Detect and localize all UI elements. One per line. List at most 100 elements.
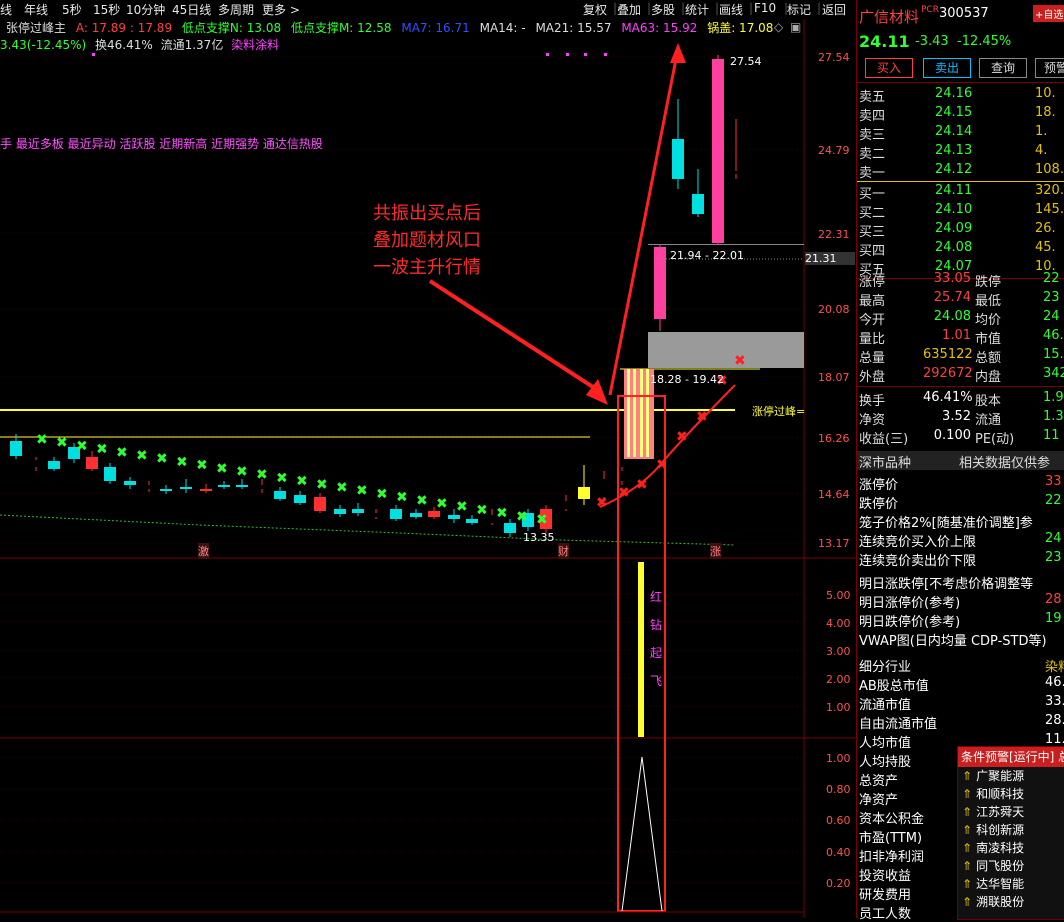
period-tab[interactable]: 线 [0, 1, 12, 18]
alert-stock-name: 广聚能源 [976, 769, 1025, 783]
sub-mark-qi: 起 [650, 646, 663, 660]
alert-item[interactable]: ⇑ 科创新源 [958, 821, 1064, 839]
toolbar-button[interactable]: 叠加 [617, 1, 641, 18]
add-watchlist-button[interactable]: +自选 [1033, 5, 1064, 22]
info-label: 细分行业 [859, 660, 912, 675]
green-x-marker: ✖ [416, 493, 428, 509]
info-label: 涨停价 [859, 478, 899, 493]
stat-label-2: 均价 [975, 313, 1002, 328]
stat-value: 24.08 [933, 309, 971, 324]
info-row: 笼子价格2%[随基准价调整]参 [857, 511, 1064, 531]
info-label: 扣非净利润 [859, 850, 925, 865]
period-tab[interactable]: 10分钟 [126, 1, 165, 18]
buy-button[interactable]: 买入 [865, 58, 913, 78]
alert-item[interactable]: ⇑ 同飞股份 [958, 857, 1064, 875]
limit-candle-stripe [627, 369, 630, 457]
info-row: 明日跌停价(参考) 19 [857, 610, 1064, 630]
candle-body [654, 247, 666, 319]
stat-label-2: 总额 [975, 351, 1002, 366]
alert-item[interactable]: ⇑ 和顺科技 [958, 785, 1064, 803]
candle-body [334, 509, 346, 514]
green-x-marker: ✖ [276, 470, 288, 486]
sell-level[interactable]: 卖五 24.16 10. [857, 85, 1064, 105]
toolbar-button[interactable]: F10 [754, 1, 776, 15]
toolbar-button[interactable]: 返回 [822, 1, 846, 18]
toolbar-button[interactable]: 统计 [685, 1, 709, 18]
candle-body [712, 59, 724, 243]
alert-item[interactable]: ⇑ 溯联股份 [958, 893, 1064, 911]
level-volume: 18. [1035, 105, 1056, 120]
annotation-line-2: 叠加题材风口 [373, 230, 481, 251]
toolbar-button[interactable]: 多股 [651, 1, 675, 18]
period-tab[interactable]: 45日线 [172, 1, 211, 18]
toolbar-button[interactable]: 标记 [787, 1, 811, 18]
red-x-marker: ✖ [596, 495, 608, 511]
stat-label: 收益(三) [859, 432, 909, 447]
alert-item[interactable]: ⇑ 江苏舜天 [958, 803, 1064, 821]
stat-value-2: 11 [1043, 428, 1060, 443]
buy-level[interactable]: 买一 24.11 320. [857, 182, 1064, 202]
period-tab[interactable]: 更多 > [262, 1, 300, 18]
stat-row: 换手 46.41% 股本 1.9 [857, 389, 1064, 409]
sell-button[interactable]: 卖出 [923, 58, 971, 78]
stat-row: 总量 635122 总额 15. [857, 346, 1064, 366]
level-volume: 10. [1035, 86, 1056, 101]
period-tab[interactable]: 5秒 [62, 1, 82, 18]
query-button[interactable]: 查询 [979, 58, 1027, 78]
stat-value-2: 23 [1043, 290, 1060, 305]
alert-button[interactable]: 预警 [1035, 58, 1064, 78]
buy-level[interactable]: 买二 24.10 145. [857, 201, 1064, 221]
limit-candle-stripe [646, 369, 649, 457]
toolbar-divider: | [817, 1, 822, 15]
green-x-marker: ✖ [36, 432, 48, 448]
toolbar-button[interactable]: 画线 [719, 1, 743, 18]
sell-level[interactable]: 卖二 24.13 4. [857, 142, 1064, 162]
price-tick: 14.64 [818, 488, 850, 501]
period-tab[interactable]: 年线 [24, 1, 48, 18]
price-tick: 27.54 [818, 51, 850, 64]
candle-body [410, 513, 422, 517]
buy-level[interactable]: 买三 24.09 26. [857, 220, 1064, 240]
period-tab[interactable]: 多周期 [218, 1, 254, 18]
stat-value-2: 22 [1043, 271, 1060, 286]
stat-label: 外盘 [859, 370, 886, 385]
level-label: 买三 [859, 225, 886, 240]
sell-level[interactable]: 卖三 24.14 1. [857, 123, 1064, 143]
candle-body [180, 487, 192, 489]
sell-level[interactable]: 卖一 24.12 108. [857, 161, 1064, 181]
vwap-row[interactable]: VWAP图(日内均量 CDP-STD等) [857, 629, 1064, 649]
period-tab[interactable]: 15秒 [93, 1, 120, 18]
price-tick: 20.08 [818, 303, 850, 316]
info-row: 明日涨停价(参考) 28 [857, 591, 1064, 611]
buy-level[interactable]: 买四 24.08 45. [857, 239, 1064, 259]
stat-label: 总量 [859, 351, 886, 366]
alert-item[interactable]: ⇑ 达华智能 [958, 875, 1064, 893]
vwap-label[interactable]: VWAP图(日内均量 CDP-STD等) [859, 630, 1047, 649]
annotation-line-3: 一波主升行情 [373, 257, 481, 278]
toolbar-button[interactable]: 复权 [583, 1, 607, 18]
popup-title[interactable]: 条件预警[运行中] 总 [958, 747, 1064, 767]
current-price-tag: 21.31 [805, 252, 855, 265]
stat-label-2: 股本 [975, 394, 1002, 409]
candle-body [236, 485, 248, 487]
level-volume: 26. [1035, 221, 1056, 236]
green-x-marker: ✖ [76, 438, 88, 454]
price-tick: 24.79 [818, 144, 850, 157]
alert-item[interactable]: ⇑ 广聚能源 [958, 767, 1064, 785]
condition-alert-popup[interactable]: 条件预警[运行中] 总 ⇑ 广聚能源 ⇑ 和顺科技 ⇑ 江苏舜天 ⇑ 科创新源 ⇑ 南凌科技 ⇑ 同飞… [957, 746, 1064, 920]
alert-item[interactable]: ⇑ 南凌科技 [958, 839, 1064, 857]
info-value: 染料涂 [1045, 660, 1064, 675]
candles [10, 53, 742, 537]
kline-chart[interactable]: ✖ ✖ ✖ ✖ ✖ ✖ ✖ ✖ ✖ ✖ ✖ ✖ ✖ ✖ ✖ ✖ ✖ ✖ ✖ ✖ ✖ ✖ ✖ ✖ ✖ ✖ ✖✖ ✖✖✖✖✖✖ [0, 19, 855, 918]
market-row[interactable]: 深市品种 相关数据仅供参 [857, 451, 1064, 471]
level-price: 24.09 [935, 221, 973, 236]
mark-zhang: 涨 [710, 543, 721, 559]
stat-value-2: 342 [1043, 366, 1064, 381]
info-value: 46.5 [1045, 675, 1064, 690]
related-data-link[interactable]: 相关数据仅供参 [959, 452, 1050, 471]
info-row: 连续竞价卖出价下限 23 [857, 549, 1064, 569]
stat-label-2: 流通 [975, 413, 1002, 428]
sell-level[interactable]: 卖四 24.15 18. [857, 104, 1064, 124]
level-label: 卖五 [859, 90, 886, 105]
info-label: 跌停价 [859, 497, 899, 512]
